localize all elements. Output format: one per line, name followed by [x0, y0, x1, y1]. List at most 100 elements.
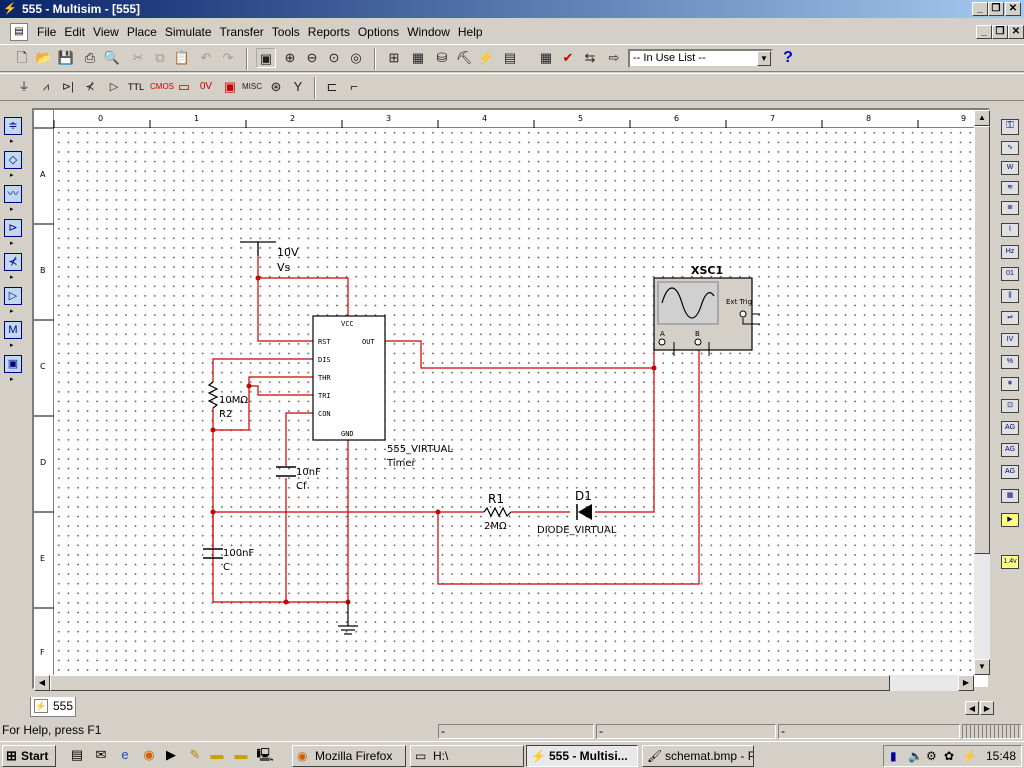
in-use-list-dropdown[interactable]: -- In Use List -- ▼ [628, 49, 773, 68]
analog-icon[interactable]: ▷ [104, 77, 124, 97]
multisim-app-icon[interactable]: ⚡ [3, 2, 17, 16]
zoom-in-icon[interactable]: ⊕ [280, 48, 300, 68]
menu-edit[interactable]: Edit [60, 24, 89, 40]
vertical-scrollbar[interactable]: ▲ ▼ [974, 110, 990, 675]
postprocessor-icon[interactable]: ▦ [536, 48, 556, 68]
security-icon[interactable]: ▮ [890, 746, 897, 766]
menu-place[interactable]: Place [123, 24, 161, 40]
source-icon[interactable]: ⏚ [14, 77, 34, 97]
close-button[interactable]: ✕ [1005, 2, 1021, 16]
wattmeter-icon[interactable]: W [1001, 161, 1019, 175]
zoom-out-icon[interactable]: ⊖ [302, 48, 322, 68]
new-icon[interactable]: 🗋 [12, 48, 32, 68]
horizontal-scrollbar[interactable]: ◀ ▶ [34, 675, 974, 691]
misc-digital-icon[interactable]: ▭ [174, 77, 194, 97]
agilent-scope-icon[interactable]: AG [1001, 465, 1019, 479]
spectrum-analyzer-icon[interactable]: ⩨ [1001, 377, 1019, 391]
transistor-bin-icon[interactable]: ⊀ [4, 253, 22, 271]
basic-icon[interactable]: ⩘ [36, 77, 56, 97]
menu-simulate[interactable]: Simulate [161, 24, 216, 40]
scroll-up-button[interactable]: ▲ [974, 110, 990, 126]
network-icon[interactable]: ⚙ [926, 746, 937, 766]
firefox-icon[interactable]: ◉ [140, 746, 158, 764]
minimize-button[interactable]: _ [972, 2, 988, 16]
cmos-icon[interactable]: CMOS [150, 77, 174, 97]
iv-analyzer-icon[interactable]: IV [1001, 333, 1019, 347]
simulate-icon[interactable]: ⚡ [476, 48, 496, 68]
analog-bin-icon[interactable]: ▷ [4, 287, 22, 305]
tab-scroll-right-button[interactable]: ▶ [980, 701, 994, 715]
menu-tools[interactable]: Tools [268, 24, 304, 40]
four-channel-scope-icon[interactable]: ≣ [1001, 201, 1019, 215]
scroll-left-button[interactable]: ◀ [34, 675, 50, 691]
tray-app-icon[interactable]: ✿ [944, 746, 954, 766]
help-icon[interactable]: ? [778, 48, 798, 68]
bus-icon[interactable]: ⌐ [344, 77, 364, 97]
signal-source-icon[interactable]: ◇ [4, 151, 22, 169]
voltage-probe-icon[interactable]: 1.4v [1001, 555, 1019, 569]
multimeter-icon[interactable]: ⚿ [1001, 119, 1019, 135]
indicator-bin-icon[interactable]: ▣ [4, 355, 22, 373]
distortion-analyzer-icon[interactable]: % [1001, 355, 1019, 369]
doc-minimize-button[interactable]: _ [976, 25, 992, 39]
start-button[interactable]: ⊞ Start [2, 745, 56, 767]
zoom-fit-icon[interactable]: ◎ [346, 48, 366, 68]
menu-transfer[interactable]: Transfer [216, 24, 268, 40]
back-annotate-icon[interactable]: ⇆ [580, 48, 600, 68]
mixed-icon[interactable]: 0V [196, 77, 216, 97]
diode-bin-icon[interactable]: ⊳ [4, 219, 22, 237]
erc-icon[interactable]: ✔ [558, 48, 578, 68]
vertical-scroll-thumb[interactable] [974, 126, 990, 554]
component-wizard-icon[interactable]: ⛏ [454, 48, 474, 68]
schematic-canvas[interactable] [54, 128, 974, 675]
agilent-generator-icon[interactable]: AG [1001, 421, 1019, 435]
menu-view[interactable]: View [89, 24, 123, 40]
chevron-down-icon[interactable]: ▼ [757, 51, 771, 66]
folder-icon[interactable]: ▬ [208, 746, 226, 764]
network-analyzer-icon[interactable]: ⊡ [1001, 399, 1019, 413]
hierarchical-block-icon[interactable]: ⊏ [322, 77, 342, 97]
menu-reports[interactable]: Reports [304, 24, 354, 40]
tektronix-scope-icon[interactable]: ▦ [1001, 489, 1019, 503]
transistor-icon[interactable]: ⊀ [80, 77, 100, 97]
indicator-icon[interactable]: ▣ [220, 77, 240, 97]
clock[interactable]: 15:48 [986, 746, 1016, 766]
diode-icon[interactable]: ⊳| [58, 77, 78, 97]
outlook-icon[interactable]: ✉ [92, 746, 110, 764]
misc-bin-icon[interactable]: M [4, 321, 22, 339]
doc-restore-button[interactable]: ❐ [992, 25, 1008, 39]
print-preview-icon[interactable]: 🔍 [102, 48, 122, 68]
tab-scroll-left-button[interactable]: ◀ [965, 701, 979, 715]
database-icon[interactable]: ⛁ [432, 48, 452, 68]
ttl-icon[interactable]: TTL [126, 77, 146, 97]
task-h-drive[interactable]: ▭ H:\ [410, 745, 524, 767]
logic-converter-icon[interactable]: ⇌ [1001, 311, 1019, 325]
save-icon[interactable]: 💾 [56, 48, 76, 68]
oscilloscope-icon[interactable]: ≋ [1001, 181, 1019, 195]
show-desktop-icon[interactable]: ▤ [68, 746, 86, 764]
edit-tool-icon[interactable]: ✎ [186, 746, 204, 764]
scroll-right-button[interactable]: ▶ [958, 675, 974, 691]
task-firefox[interactable]: ◉ Mozilla Firefox [292, 745, 406, 767]
function-generator-icon[interactable]: ∿ [1001, 141, 1019, 155]
internet-explorer-icon[interactable]: e [116, 746, 134, 764]
word-generator-icon[interactable]: 01 [1001, 267, 1019, 281]
bode-plotter-icon[interactable]: ⌇ [1001, 223, 1019, 237]
agilent-multimeter-icon[interactable]: AG [1001, 443, 1019, 457]
cut-icon[interactable]: ✂ [128, 48, 148, 68]
menu-help[interactable]: Help [454, 24, 487, 40]
maximize-button[interactable]: ❐ [988, 2, 1004, 16]
full-screen-icon[interactable]: ▣ [256, 48, 276, 68]
media-player-icon[interactable]: ▶ [162, 746, 180, 764]
menu-options[interactable]: Options [354, 24, 403, 40]
horizontal-scroll-thumb[interactable] [50, 675, 890, 691]
menu-window[interactable]: Window [403, 24, 454, 40]
rf-icon[interactable]: ⊛ [266, 77, 286, 97]
doc-close-button[interactable]: ✕ [1008, 25, 1024, 39]
electromechanical-icon[interactable]: Y [288, 77, 308, 97]
task-multisim[interactable]: ⚡ 555 - Multisi... [526, 745, 638, 767]
frequency-counter-icon[interactable]: Hz [1001, 245, 1019, 259]
open-icon[interactable]: 📂 [34, 48, 54, 68]
tab-555[interactable]: ⚡ 555 [30, 697, 76, 717]
resistor-icon[interactable]: 〰 [4, 185, 22, 203]
